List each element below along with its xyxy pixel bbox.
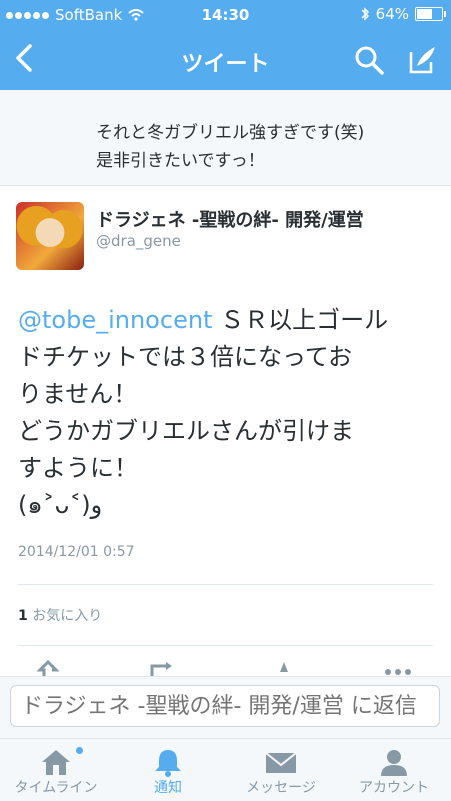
tab-messages[interactable]: メッセージ: [225, 739, 337, 801]
status-right: 64%: [360, 5, 446, 23]
tweet-text: @tobe_innocent ＳＲ以上ゴール ドチケットでは３倍になってお りま…: [18, 302, 438, 524]
tab-label: アカウント: [359, 780, 429, 796]
fav-count-label: お気に入り: [27, 608, 103, 624]
bluetooth-icon: [361, 7, 369, 21]
battery-percent: 64%: [375, 5, 409, 23]
tweet-line: すように！: [18, 454, 138, 482]
tweet-line: どうかガブリエルさんが引けま: [18, 417, 354, 445]
nav-bar: ツイート: [0, 30, 451, 90]
tab-account[interactable]: アカウント: [338, 739, 450, 801]
author-name[interactable]: ドラジェネ -聖戦の絆- 開発/運営: [96, 206, 364, 232]
tab-label: タイムライン: [14, 780, 98, 796]
tweet-timestamp: 2014/12/01 0:57: [18, 544, 135, 560]
tab-notifications[interactable]: 通知: [112, 739, 224, 801]
fav-count-number: 1: [18, 608, 28, 624]
reply-bar: [0, 676, 451, 739]
compose-icon[interactable]: [407, 44, 439, 76]
tab-label: 通知: [154, 780, 182, 796]
tweet-line-text: ＳＲ以上ゴール: [212, 306, 389, 334]
battery-icon: [415, 7, 446, 21]
author-handle[interactable]: @dra_gene: [96, 232, 181, 250]
tweet-line: ドチケットでは３倍になってお: [18, 343, 353, 371]
context-tweet-text-line1: それと冬ガブリエル強すぎです(笑): [96, 123, 365, 143]
mention-link[interactable]: @tobe_innocent: [18, 306, 212, 334]
divider: [18, 584, 433, 585]
home-icon: [42, 750, 70, 775]
context-tweet[interactable]: それと冬ガブリエル強すぎです(笑) 是非引きたいですっ！: [0, 90, 451, 186]
bell-icon: [155, 750, 181, 777]
envelope-icon: [265, 752, 297, 773]
person-icon: [381, 750, 407, 776]
divider: [18, 645, 433, 646]
tab-timeline[interactable]: タイムライン: [0, 739, 112, 801]
tweet-line: りません！: [18, 380, 138, 408]
reply-input[interactable]: [10, 685, 440, 727]
unread-badge: [76, 747, 83, 754]
status-bar: SoftBank 14:30 64%: [0, 0, 451, 30]
search-icon[interactable]: [353, 44, 385, 76]
avatar[interactable]: [16, 202, 84, 270]
context-tweet-text-line2: 是非引きたいですっ！: [96, 151, 265, 171]
favorites-count[interactable]: 1 お気に入り: [18, 605, 102, 625]
tweet-line: @tobe_innocent ＳＲ以上ゴール: [18, 302, 438, 339]
tweet-emoticon: (๑˃ᴗ˂)ﻭ: [18, 491, 103, 519]
tab-bar: タイムライン 通知 メッセージ アカウント: [0, 738, 451, 801]
tab-label: メッセージ: [246, 780, 316, 796]
